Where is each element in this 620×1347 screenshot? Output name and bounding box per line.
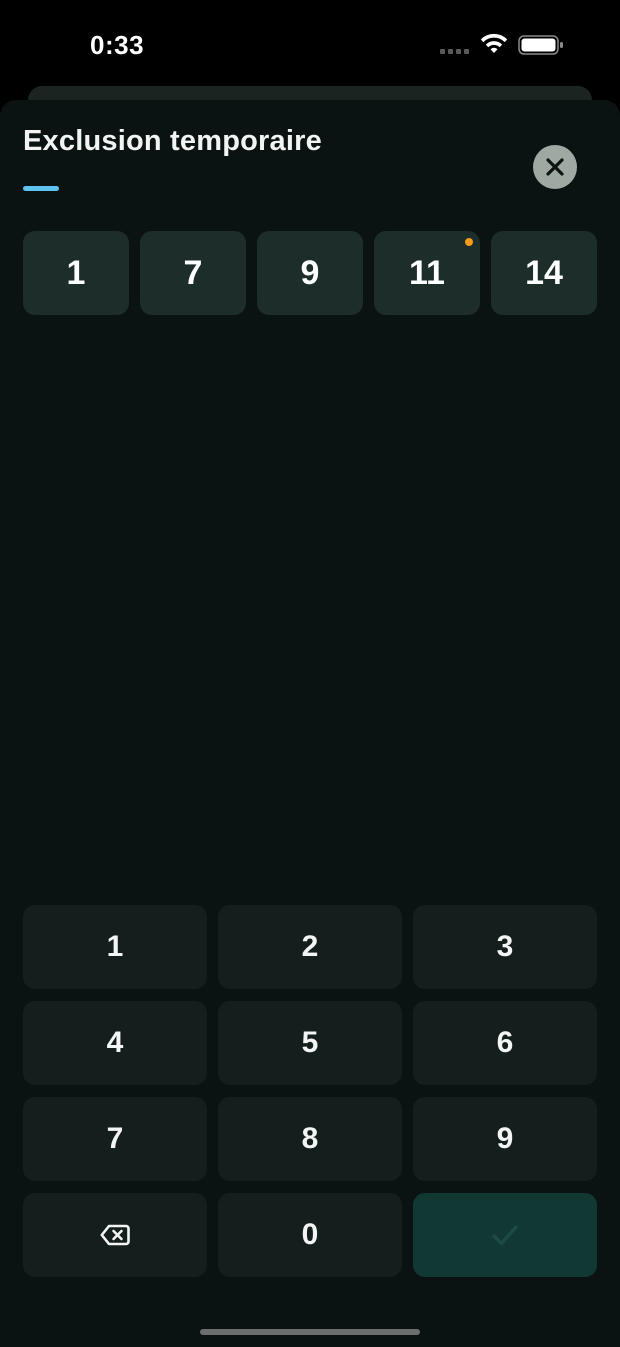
- keypad-key-9[interactable]: 9: [413, 1097, 597, 1181]
- chip-label: 9: [300, 253, 320, 292]
- sheet-title: Exclusion temporaire: [23, 125, 322, 157]
- duration-chip[interactable]: 9: [257, 231, 363, 315]
- key-label: 0: [301, 1218, 319, 1251]
- close-button[interactable]: [533, 145, 577, 189]
- battery-icon: [518, 35, 563, 55]
- home-indicator: [200, 1329, 420, 1335]
- keypad-key-4[interactable]: 4: [23, 1001, 207, 1085]
- keypad-key-0[interactable]: 0: [218, 1193, 402, 1277]
- wifi-icon: [480, 33, 508, 53]
- exclusion-sheet: Exclusion temporaire 1 7 9 11 14 1 2 3 4…: [0, 100, 620, 1347]
- keypad-key-6[interactable]: 6: [413, 1001, 597, 1085]
- keypad-key-1[interactable]: 1: [23, 905, 207, 989]
- title-underline: [23, 186, 59, 191]
- chip-label: 7: [183, 253, 203, 292]
- key-label: 6: [496, 1026, 514, 1059]
- keypad-key-5[interactable]: 5: [218, 1001, 402, 1085]
- close-icon: [546, 158, 564, 176]
- chip-label: 11: [409, 253, 445, 292]
- keypad-key-7[interactable]: 7: [23, 1097, 207, 1181]
- keypad-key-3[interactable]: 3: [413, 905, 597, 989]
- cellular-signal-icon: [440, 49, 472, 55]
- duration-chip[interactable]: 11: [374, 231, 480, 315]
- duration-chip[interactable]: 7: [140, 231, 246, 315]
- chip-label: 14: [525, 253, 563, 292]
- backspace-button[interactable]: [23, 1193, 207, 1277]
- status-time: 0:33: [90, 30, 145, 60]
- screen: 0:33 Exclusion temporaire 1 7 9 11 14 1 …: [0, 0, 620, 1347]
- key-label: 3: [496, 930, 514, 963]
- key-label: 1: [106, 930, 124, 963]
- checkmark-icon: [492, 1225, 518, 1246]
- duration-chip[interactable]: 1: [23, 231, 129, 315]
- backspace-icon: [100, 1224, 130, 1246]
- confirm-button[interactable]: [413, 1193, 597, 1277]
- chip-indicator-dot: [465, 238, 473, 246]
- key-label: 4: [106, 1026, 124, 1059]
- keypad-key-2[interactable]: 2: [218, 905, 402, 989]
- key-label: 5: [301, 1026, 319, 1059]
- keypad-key-8[interactable]: 8: [218, 1097, 402, 1181]
- duration-chip[interactable]: 14: [491, 231, 597, 315]
- key-label: 9: [496, 1122, 514, 1155]
- numeric-keypad: 1 2 3 4 5 6 7 8 9 0: [23, 905, 597, 1277]
- status-bar: 0:33: [0, 0, 620, 90]
- key-label: 7: [106, 1122, 124, 1155]
- key-label: 2: [301, 930, 319, 963]
- key-label: 8: [301, 1122, 319, 1155]
- chip-label: 1: [66, 253, 86, 292]
- duration-chips: 1 7 9 11 14: [23, 231, 597, 315]
